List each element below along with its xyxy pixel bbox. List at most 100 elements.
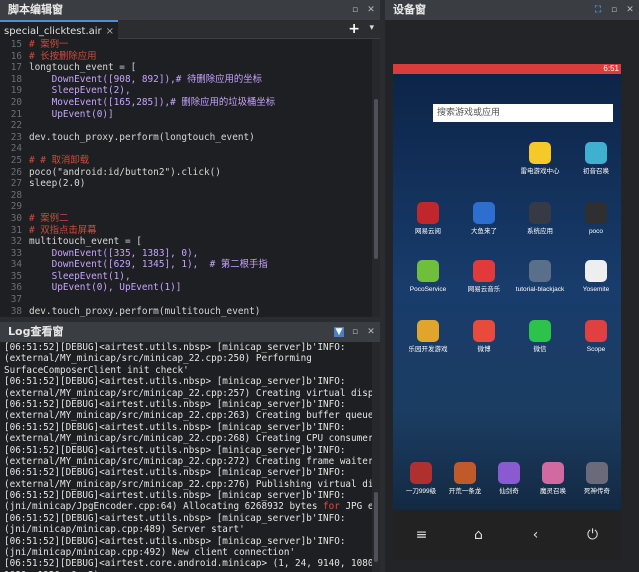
code-text: longtouch_event = [ <box>29 62 137 74</box>
app-icon-image <box>417 320 439 342</box>
app-icon-5[interactable]: poco <box>571 202 621 236</box>
app-icon-1[interactable]: 初音召唤 <box>571 142 621 176</box>
device-screen[interactable]: 6:51 搜索游戏或应用 雷电游戏中心 初音召唤网易云阅 大鱼来了 系统应用 poco P… <box>393 64 621 560</box>
close-icon[interactable]: ✕ <box>366 327 376 337</box>
log-line: [06:51:52][DEBUG]<airtest.utils.nbsp> [m… <box>4 467 346 479</box>
app-icon-9[interactable]: Yosemite <box>571 260 621 294</box>
log-scrollbar[interactable] <box>372 342 380 572</box>
app-label: 微信 <box>533 346 547 353</box>
code-line[interactable]: 33 DownEvent([335, 1383], 0), <box>0 248 372 260</box>
code-text: dev.touch_proxy.perform(multitouch_event… <box>29 305 261 317</box>
app-icon-2[interactable]: 网易云阅 <box>403 202 453 236</box>
device-panel-title: 设备窗 ⛶ ▫ ✕ <box>385 0 639 20</box>
code-line[interactable]: 31 # 双指点击屏幕 <box>0 225 372 237</box>
app-label: 网易云阅 <box>415 228 441 235</box>
log-line: [06:51:52][DEBUG]<airtest.utils.nbsp> [m… <box>4 398 346 410</box>
code-line[interactable]: 24 <box>0 143 372 155</box>
code-line[interactable]: 26 poco("android:id/button2").click() <box>0 167 372 179</box>
code-line[interactable]: 23 dev.touch_proxy.perform(longtouch_even… <box>0 132 372 144</box>
line-number: 21 <box>10 108 22 120</box>
home-icon[interactable]: ⌂ <box>466 527 492 543</box>
code-line[interactable]: 37 <box>0 294 372 306</box>
log-line: (external/MY_minicap/src/minicap_22.cpp:… <box>4 353 312 365</box>
app-icon-3[interactable]: 大鱼来了 <box>459 202 509 236</box>
app-icon-17[interactable]: 魔灵召唤 <box>528 462 578 496</box>
code-line[interactable]: 18 DownEvent([908, 892]),# 待删除应用的坐标 <box>0 74 372 86</box>
code-line[interactable]: 32 multitouch_event = [ <box>0 236 372 248</box>
app-icon-16[interactable]: 仙剑奇 <box>484 462 534 496</box>
app-label: 大鱼来了 <box>471 228 497 235</box>
code-line[interactable]: 35 SleepEvent(1), <box>0 271 372 283</box>
app-icon-15[interactable]: 开荒一条龙 <box>440 462 490 496</box>
log-line: [06:51:52][DEBUG]<airtest.utils.nbsp> [m… <box>4 535 346 547</box>
app-icon-8[interactable]: tutorial-blackjack <box>515 260 565 294</box>
code-line[interactable]: 30 # 案例二 <box>0 213 372 225</box>
code-text: SleepEvent(1), <box>29 270 131 282</box>
power-icon[interactable]: ⏻ <box>580 527 606 543</box>
code-line[interactable]: 25 # # 取消卸载 <box>0 155 372 167</box>
back-icon[interactable]: ‹ <box>523 527 549 543</box>
app-icon-0[interactable]: 雷电游戏中心 <box>515 142 565 176</box>
app-label: 仙剑奇 <box>499 488 519 495</box>
line-number: 38 <box>10 305 22 317</box>
code-line[interactable]: 28 <box>0 190 372 202</box>
code-editor[interactable]: 15 # 案例一 16 # 长按删除应用 17 longtouch_event = [18… <box>0 39 372 317</box>
close-icon[interactable]: ✕ <box>625 5 635 15</box>
log-line: [06:51:52][DEBUG]<airtest.utils.nbsp> [m… <box>4 342 346 353</box>
tab-close-icon[interactable]: × <box>106 26 114 37</box>
code-line[interactable]: 38 dev.touch_proxy.perform(multitouch_eve… <box>0 306 372 317</box>
close-icon[interactable]: ✕ <box>366 5 376 15</box>
app-label: 开荒一条龙 <box>448 488 482 495</box>
code-line[interactable]: 15 # 案例一 <box>0 39 372 51</box>
code-text: # 双指点击屏幕 <box>29 224 97 236</box>
app-icon-18[interactable]: 死神传奇 <box>572 462 621 496</box>
code-text: # # 取消卸载 <box>29 154 90 166</box>
log-scrollbar-thumb[interactable] <box>374 492 378 562</box>
menu-icon[interactable]: ≡ <box>409 527 435 543</box>
float-icon[interactable]: ▫ <box>609 5 619 15</box>
filter-icon[interactable]: ▼ <box>334 327 344 337</box>
code-line[interactable]: 20 MoveEvent([165,285]),# 删除应用的垃圾桶坐标 <box>0 97 372 109</box>
line-number: 34 <box>10 259 22 271</box>
code-line[interactable]: 22 <box>0 120 372 132</box>
app-icon-4[interactable]: 系统应用 <box>515 202 565 236</box>
app-icon-image <box>585 320 607 342</box>
app-icon-7[interactable]: 网易云音乐 <box>459 260 509 294</box>
device-panel: 6:51 搜索游戏或应用 雷电游戏中心 初音召唤网易云阅 大鱼来了 系统应用 poco P… <box>385 20 639 572</box>
float-icon[interactable]: ▫ <box>350 5 360 15</box>
status-clock: 6:51 <box>603 64 619 73</box>
app-label: Scope <box>586 346 606 353</box>
app-label: 网易云音乐 <box>467 286 501 293</box>
code-line[interactable]: 29 <box>0 201 372 213</box>
code-text: sleep(2.0) <box>29 178 86 190</box>
code-scrollbar-thumb[interactable] <box>374 99 378 259</box>
app-icon-12[interactable]: 微信 <box>515 320 565 354</box>
app-icon-11[interactable]: 微博 <box>459 320 509 354</box>
app-icon-6[interactable]: PocoService <box>403 260 453 294</box>
log-line: SurfaceComposerClient init check' <box>4 364 189 376</box>
app-icon-image <box>417 202 439 224</box>
add-tab-button[interactable]: + <box>348 22 360 37</box>
tab-special-clicktest[interactable]: special_clicktest.air × <box>0 20 119 39</box>
fullscreen-icon[interactable]: ⛶ <box>593 5 603 15</box>
log-line: (external/MY_minicap/src/minicap_22.cpp:… <box>4 478 372 490</box>
code-line[interactable]: 21 UpEvent(0)] <box>0 109 372 121</box>
log-line: [06:51:52][DEBUG]<airtest.utils.nbsp> [m… <box>4 512 346 524</box>
code-line[interactable]: 27 sleep(2.0) <box>0 178 372 190</box>
app-icon-image <box>585 142 607 164</box>
code-scrollbar[interactable] <box>372 39 380 317</box>
code-line[interactable]: 17 longtouch_event = [ <box>0 62 372 74</box>
code-line[interactable]: 19 SleepEvent(2), <box>0 85 372 97</box>
app-icon-10[interactable]: 乐园开发游戏 <box>403 320 453 354</box>
code-line[interactable]: 16 # 长按删除应用 <box>0 51 372 63</box>
code-line[interactable]: 36 UpEvent(0), UpEvent(1)] <box>0 282 372 294</box>
editor-tabbar: special_clicktest.air × + ▾ <box>0 20 380 39</box>
line-number: 31 <box>10 224 22 236</box>
float-icon[interactable]: ▫ <box>350 327 360 337</box>
app-icon-13[interactable]: Scope <box>571 320 621 354</box>
app-label: 一刀999级 <box>405 488 437 495</box>
code-line[interactable]: 34 DownEvent([629, 1345], 1), # 第二根手指 <box>0 259 372 271</box>
app-icon-14[interactable]: 一刀999级 <box>396 462 446 496</box>
chevron-down-icon[interactable]: ▾ <box>369 23 374 33</box>
search-input[interactable]: 搜索游戏或应用 <box>433 104 613 122</box>
